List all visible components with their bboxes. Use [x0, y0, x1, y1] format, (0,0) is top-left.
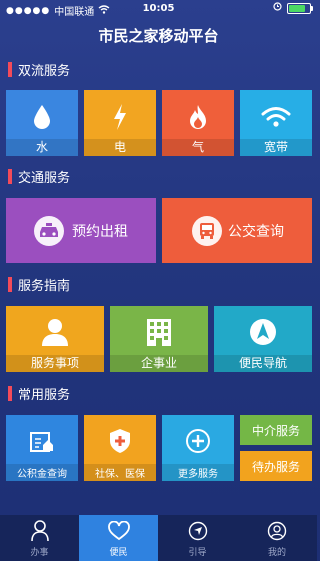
tab-label: 办事: [30, 548, 49, 558]
bus-label: 公交查询: [228, 224, 284, 240]
affairs-label: 服务事项: [30, 356, 79, 370]
medical-shield-icon: [84, 427, 156, 455]
plus-circle-icon: [162, 427, 234, 455]
page-title: 市民之家移动平台: [98, 27, 219, 45]
battery-level: [289, 4, 306, 12]
fund-label: 公积金查询: [17, 469, 67, 480]
section-title: 交通服务: [18, 170, 71, 186]
pending-tile[interactable]: 待办服务: [240, 451, 312, 481]
electricity-tile[interactable]: 电: [84, 90, 156, 156]
alarm-icon: [273, 2, 282, 14]
insurance-tile[interactable]: 社保、医保: [84, 415, 156, 481]
gas-label: 气: [191, 140, 204, 154]
wifi-icon: [240, 102, 312, 132]
broadband-tile[interactable]: 宽带: [240, 90, 312, 156]
person-icon: [6, 316, 104, 348]
section-header-guide: 服务指南: [8, 274, 70, 294]
section-title: 常用服务: [18, 387, 71, 403]
battery-icon: [287, 2, 313, 14]
section-header-common: 常用服务: [8, 383, 70, 403]
navigation-tile[interactable]: 便民导航: [214, 306, 312, 372]
taxi-label: 预约出租: [72, 224, 128, 240]
tab-bar: 办事 便民 引导 我的: [0, 515, 317, 561]
section-title: 服务指南: [18, 278, 71, 294]
affairs-tile[interactable]: 服务事项: [6, 306, 104, 372]
fund-tile[interactable]: 公积金查询: [6, 415, 78, 481]
water-label: 水: [35, 140, 48, 154]
section-header-shuangliu: 双流服务: [8, 59, 70, 79]
lightning-icon: [84, 102, 156, 132]
agency-label: 中介服务: [251, 424, 300, 438]
navigation-icon: [158, 520, 237, 542]
bus-tile[interactable]: 公交查询: [162, 198, 312, 263]
building-icon: [110, 316, 208, 348]
tab-label: 引导: [188, 548, 207, 558]
tab-wode[interactable]: 我的: [237, 515, 317, 561]
heart-icon: [79, 520, 158, 542]
status-right: [273, 2, 313, 14]
water-drop-icon: [6, 102, 78, 132]
bus-icon: [192, 216, 222, 246]
section-marker: [8, 61, 12, 77]
more-tile[interactable]: 更多服务: [162, 415, 234, 481]
insurance-label: 社保、医保: [95, 469, 145, 480]
section-marker: [8, 276, 12, 292]
user-icon: [237, 520, 317, 542]
enterprise-label: 企事业: [140, 356, 177, 370]
title-bar: 市民之家移动平台: [0, 18, 317, 54]
housing-fund-icon: [6, 427, 78, 455]
flame-icon: [162, 102, 234, 132]
gas-tile[interactable]: 气: [162, 90, 234, 156]
status-bar: ●●●●● 中国联通 10:05: [0, 0, 317, 18]
tab-label: 我的: [267, 548, 286, 558]
section-marker: [8, 168, 12, 184]
section-header-traffic: 交通服务: [8, 166, 70, 186]
tab-yindao[interactable]: 引导: [158, 515, 237, 561]
tab-label: 便民: [109, 548, 128, 558]
more-label: 更多服务: [178, 469, 218, 480]
section-title: 双流服务: [18, 63, 71, 79]
person-icon: [0, 520, 79, 542]
tab-banshi[interactable]: 办事: [0, 515, 79, 561]
tab-bianmin[interactable]: 便民: [79, 515, 158, 561]
water-tile[interactable]: 水: [6, 90, 78, 156]
agency-tile[interactable]: 中介服务: [240, 415, 312, 445]
enterprise-tile[interactable]: 企事业: [110, 306, 208, 372]
status-time: 10:05: [142, 3, 175, 14]
section-marker: [8, 385, 12, 401]
navigation-label: 便民导航: [238, 356, 287, 370]
broadband-label: 宽带: [263, 140, 288, 154]
taxi-tile[interactable]: 预约出租: [6, 198, 156, 263]
pending-label: 待办服务: [251, 460, 300, 474]
taxi-icon: [34, 216, 64, 246]
electricity-label: 电: [113, 140, 126, 154]
navigation-icon: [214, 316, 312, 348]
